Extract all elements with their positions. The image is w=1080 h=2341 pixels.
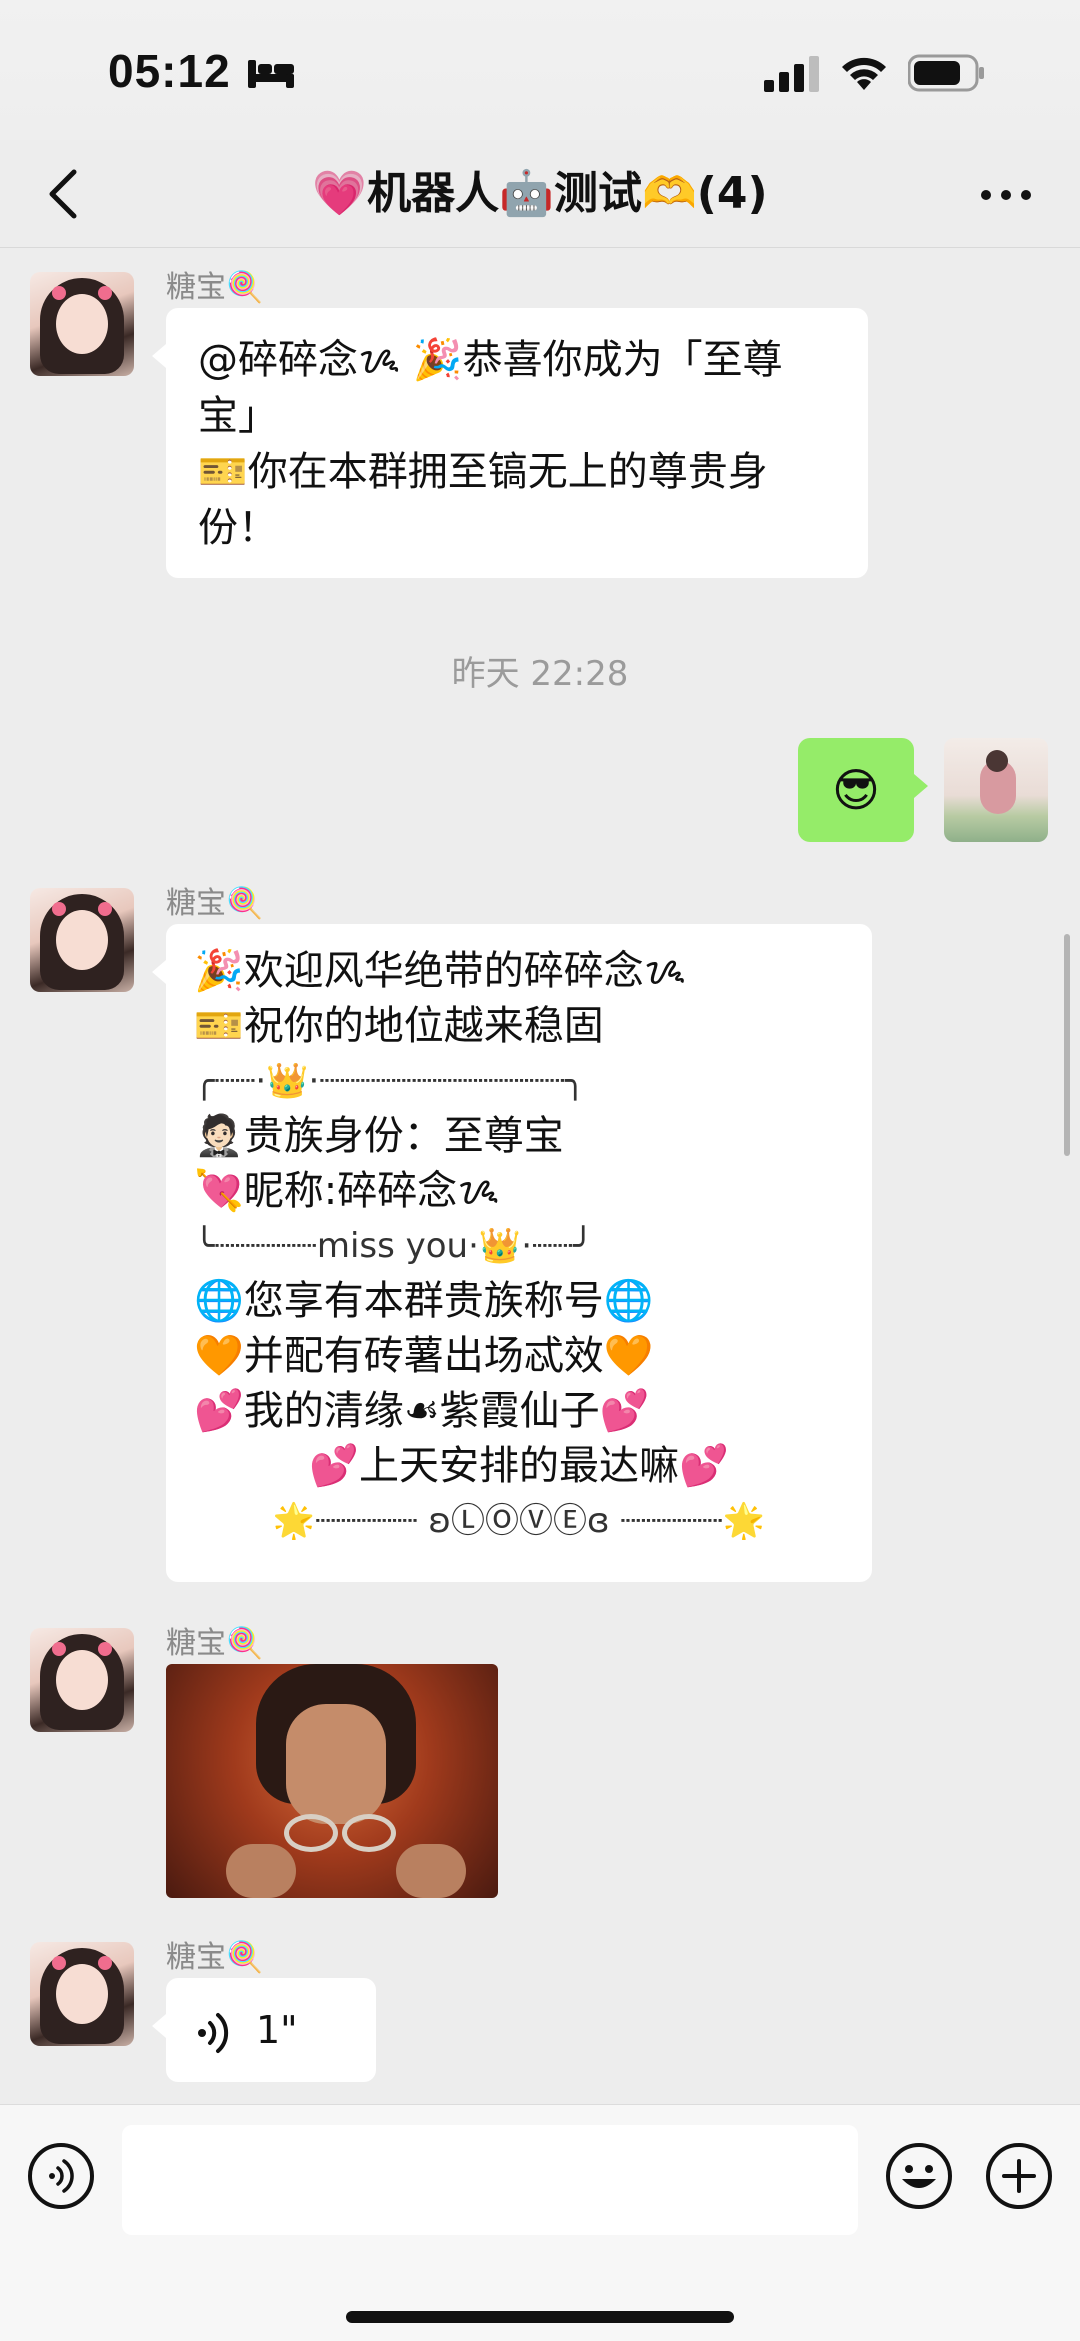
message-line: 🎫祝你的地位越来稳固: [194, 1003, 604, 1049]
status-time: 05:12: [108, 45, 231, 97]
sender-avatar[interactable]: [30, 888, 134, 992]
sender-name: 糖宝🍭: [166, 1940, 264, 1975]
sunglasses-emoji: 😎: [832, 763, 880, 817]
message-line: ╰┈┈┈┈┈miss you·👑·┈┈╯: [194, 1226, 594, 1266]
plus-circle-icon[interactable]: [984, 2141, 1054, 2211]
sleep-bed-icon: [248, 60, 294, 88]
chat-header: 💗机器人🤖测试🫶(4): [0, 140, 1080, 248]
message-line: 🤵🏻贵族身份：至尊宝: [194, 1113, 564, 1159]
message-line: 🎉欢迎风华绝带的碎碎念ᝰ: [194, 948, 686, 994]
message-input[interactable]: [122, 2125, 858, 2235]
status-bar: 05:12: [0, 0, 1080, 140]
message-line: 💕我的清缘☙紫霞仙子💕: [194, 1388, 650, 1434]
emoji-icon[interactable]: [884, 2141, 954, 2211]
more-options-button[interactable]: [974, 170, 1038, 220]
timestamp: 昨天 22:28: [451, 654, 629, 694]
message-line: 份！: [198, 505, 278, 551]
home-indicator[interactable]: [346, 2311, 734, 2323]
message-line: 💘昵称:碎碎念ᝰ: [194, 1168, 500, 1214]
voice-playback-icon: [198, 2012, 229, 2053]
sender-name: 糖宝🍭: [166, 1626, 264, 1661]
message-line: ╭┈┈·👑·┈┈┈┈┈┈┈┈┈┈┈┈╮: [194, 1061, 586, 1101]
message-line: 💕上天安排的最达嘛💕: [309, 1443, 729, 1489]
sender-name: 糖宝🍭: [166, 270, 264, 305]
input-bar: [0, 2104, 1080, 2341]
message-line: @碎碎念ᝰ 🎉恭喜你成为「至尊: [198, 337, 783, 383]
cellular-signal-icon: [764, 56, 819, 92]
message-line: 🌟┈┈┈┈┈ ʚⓁⓄⓋⒺɞ ┈┈┈┈┈🌟: [272, 1501, 766, 1541]
message-line: 🌐您享有本群贵族称号🌐: [194, 1278, 654, 1324]
chat-message-list[interactable]: 糖宝🍭 @碎碎念ᝰ 🎉恭喜你成为「至尊 宝」 🎫你在本群拥至镐无上的尊贵身 份！…: [0, 248, 1080, 2104]
message-line: 🎫你在本群拥至镐无上的尊贵身: [198, 449, 768, 495]
self-message-bubble[interactable]: 😎: [798, 738, 928, 842]
battery-icon: [908, 54, 984, 92]
message-line: 宝」: [198, 393, 278, 439]
sender-avatar[interactable]: [30, 1942, 134, 2046]
voice-message-bubble[interactable]: 1": [152, 1978, 376, 2082]
scroll-indicator[interactable]: [1064, 934, 1070, 1156]
voice-duration: 1": [256, 2008, 298, 2052]
message-bubble[interactable]: 🎉欢迎风华绝带的碎碎念ᝰ 🎫祝你的地位越来稳固 ╭┈┈·👑·┈┈┈┈┈┈┈┈┈┈…: [152, 924, 872, 1582]
self-avatar[interactable]: [944, 738, 1048, 842]
message-line: 🧡并配有砖薯出场忒效🧡: [194, 1333, 654, 1379]
image-message[interactable]: [166, 1664, 498, 1898]
sender-name: 糖宝🍭: [166, 886, 264, 921]
wifi-icon: [842, 57, 886, 90]
chat-title: 💗机器人🤖测试🫶(4): [312, 168, 768, 219]
sender-avatar[interactable]: [30, 272, 134, 376]
voice-input-icon[interactable]: [26, 2141, 96, 2211]
sender-avatar[interactable]: [30, 1628, 134, 1732]
message-bubble[interactable]: @碎碎念ᝰ 🎉恭喜你成为「至尊 宝」 🎫你在本群拥至镐无上的尊贵身 份！: [152, 308, 868, 578]
